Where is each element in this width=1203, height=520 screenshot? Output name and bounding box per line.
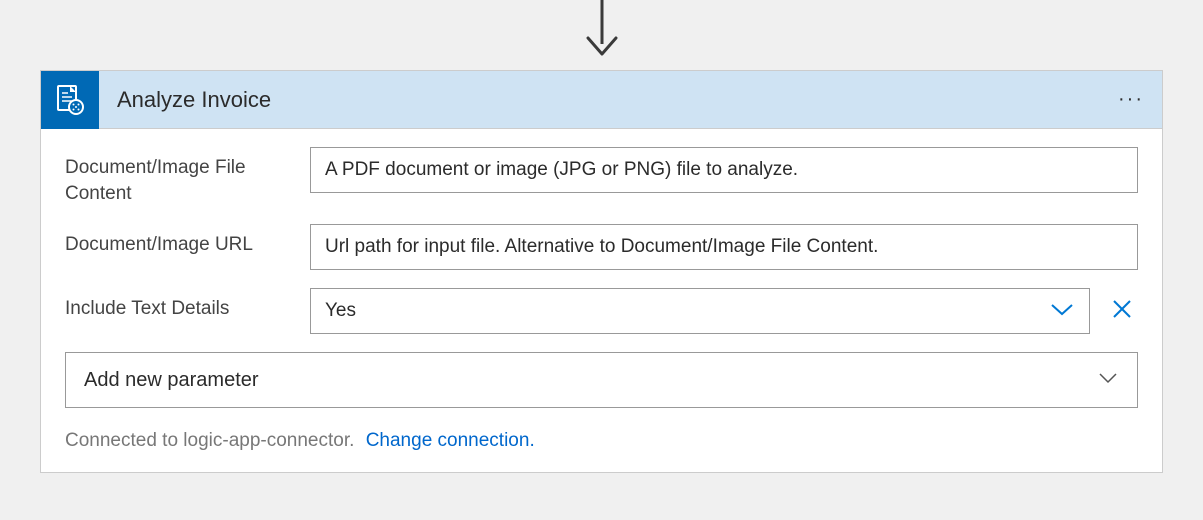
param-row-file-content: Document/Image File Content bbox=[65, 147, 1138, 206]
param-label-file-content: Document/Image File Content bbox=[65, 147, 310, 206]
chevron-down-icon bbox=[1097, 370, 1119, 391]
param-row-include-text-details: Include Text Details Yes bbox=[65, 288, 1138, 334]
card-header[interactable]: Analyze Invoice ··· bbox=[41, 71, 1162, 129]
param-label-include-text: Include Text Details bbox=[65, 288, 310, 322]
analyze-invoice-icon bbox=[41, 71, 99, 129]
add-new-parameter-select[interactable]: Add new parameter bbox=[65, 352, 1138, 408]
param-label-url: Document/Image URL bbox=[65, 224, 310, 258]
include-text-details-value: Yes bbox=[325, 300, 356, 322]
chevron-down-icon bbox=[1049, 300, 1075, 323]
param-row-url: Document/Image URL bbox=[65, 224, 1138, 270]
card-title: Analyze Invoice bbox=[99, 87, 1118, 113]
action-card: Analyze Invoice ··· Document/Image File … bbox=[40, 70, 1163, 473]
url-input[interactable] bbox=[310, 224, 1138, 270]
include-text-details-select[interactable]: Yes bbox=[310, 288, 1090, 334]
connection-status-text: Connected to logic-app-connector. bbox=[65, 430, 354, 451]
file-content-input[interactable] bbox=[310, 147, 1138, 193]
connection-status-row: Connected to logic-app-connector. Change… bbox=[65, 430, 1138, 452]
add-param-row: Add new parameter bbox=[65, 352, 1138, 408]
more-menu-icon[interactable]: ··· bbox=[1118, 88, 1162, 111]
add-new-parameter-label: Add new parameter bbox=[84, 369, 259, 392]
remove-param-icon[interactable] bbox=[1106, 293, 1138, 330]
card-body: Document/Image File Content Document/Ima… bbox=[41, 129, 1162, 472]
change-connection-link[interactable]: Change connection. bbox=[366, 430, 535, 451]
flow-arrow bbox=[577, 0, 627, 70]
